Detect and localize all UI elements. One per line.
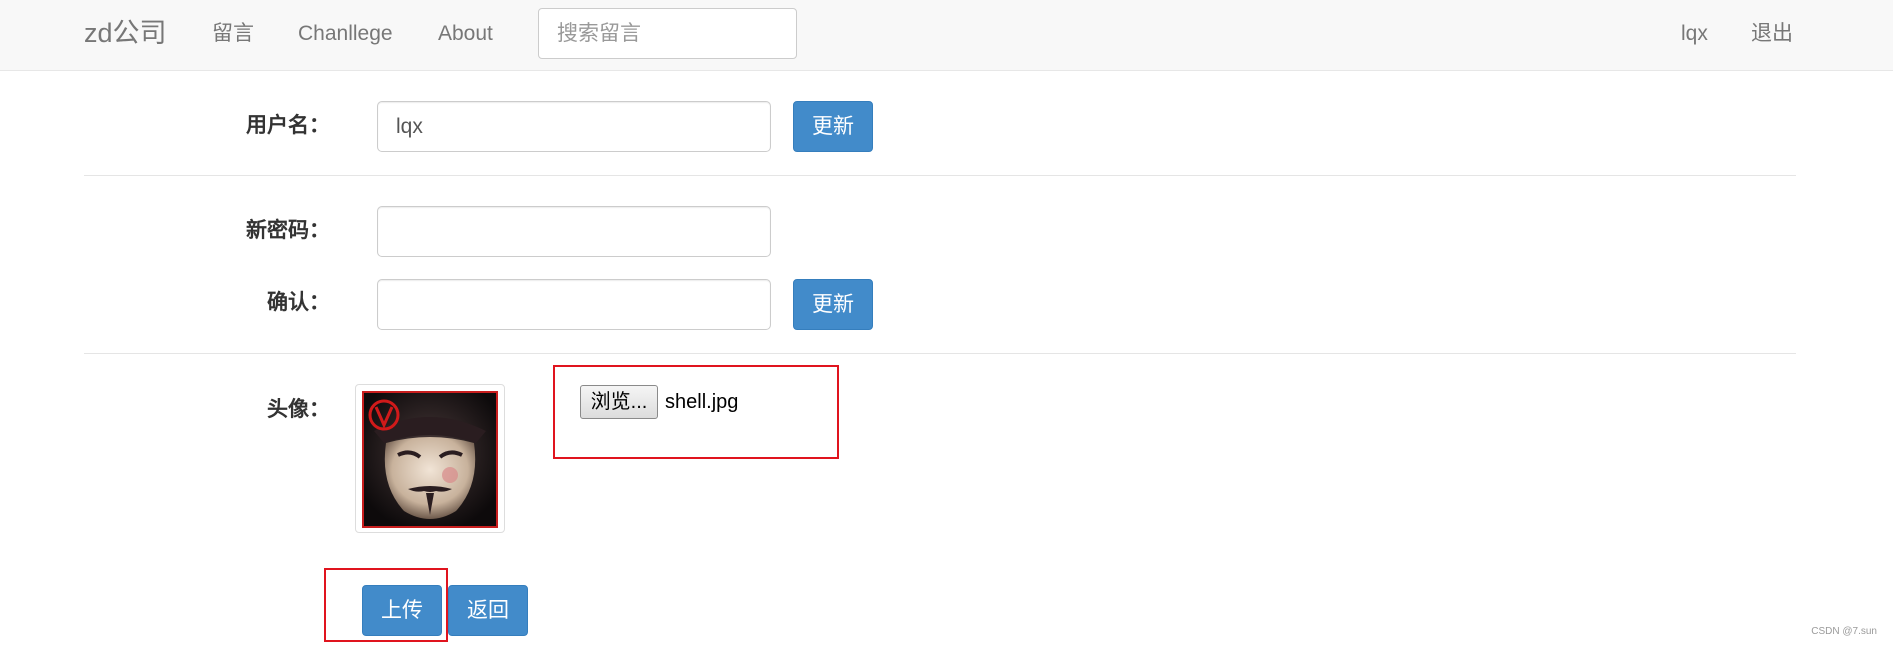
mask-face-icon xyxy=(364,393,496,526)
nav-user-link[interactable]: lqx xyxy=(1681,20,1708,48)
avatar-image xyxy=(362,391,498,528)
navbar: zd公司 留言 Chanllege About lqx 退出 xyxy=(0,0,1893,71)
username-input[interactable] xyxy=(377,101,771,152)
section-divider xyxy=(84,353,1796,354)
selected-file-name: shell.jpg xyxy=(665,391,739,413)
new-password-input[interactable] xyxy=(377,206,771,257)
update-username-button[interactable]: 更新 xyxy=(793,101,873,152)
search-input[interactable] xyxy=(538,8,797,59)
nav-link-challenge[interactable]: Chanllege xyxy=(298,20,393,48)
upload-button[interactable]: 上传 xyxy=(362,585,442,636)
section-divider xyxy=(84,175,1796,176)
avatar-thumbnail xyxy=(355,384,505,533)
logout-link[interactable]: 退出 xyxy=(1751,20,1793,48)
brand-logo[interactable]: zd公司 xyxy=(84,17,167,49)
new-password-label: 新密码： xyxy=(246,219,330,242)
watermark: CSDN @7.sun xyxy=(1811,626,1877,637)
nav-link-messages[interactable]: 留言 xyxy=(212,20,254,48)
nav-link-about[interactable]: About xyxy=(438,20,493,48)
confirm-password-input[interactable] xyxy=(377,279,771,330)
back-button[interactable]: 返回 xyxy=(448,585,528,636)
avatar-label: 头像： xyxy=(267,398,330,421)
browse-file-button[interactable]: 浏览... xyxy=(580,385,658,419)
username-label: 用户名： xyxy=(246,114,330,137)
confirm-password-label: 确认： xyxy=(267,291,330,314)
update-password-button[interactable]: 更新 xyxy=(793,279,873,330)
